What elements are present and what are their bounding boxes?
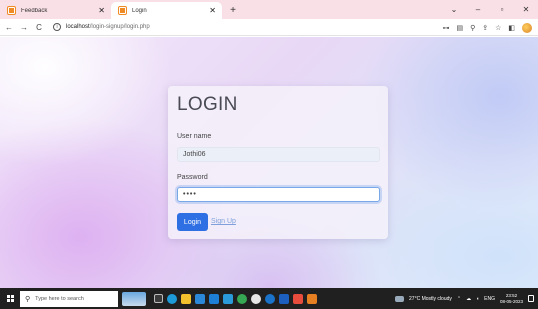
favicon-icon: [118, 6, 127, 15]
close-tab-icon[interactable]: ✕: [209, 6, 216, 15]
taskbar-apps: [154, 293, 317, 304]
taskbar-search-input[interactable]: ⚲ Type here to search: [20, 290, 118, 307]
profile-avatar[interactable]: [522, 22, 532, 33]
mail-icon[interactable]: [209, 293, 219, 304]
tray-chevron-icon[interactable]: ⌃: [457, 296, 461, 302]
task-view-icon[interactable]: [154, 294, 163, 303]
chrome-icon[interactable]: [237, 293, 247, 304]
back-icon[interactable]: ←: [3, 23, 15, 32]
url-path: /login-signup/login.php: [89, 24, 150, 30]
file-explorer-icon[interactable]: [181, 293, 191, 304]
login-button[interactable]: Login: [177, 213, 208, 231]
volume-icon[interactable]: ◖: [476, 296, 479, 302]
sidebar-icon[interactable]: ◧: [508, 24, 515, 32]
page-title: LOGIN: [177, 94, 238, 115]
tab-label: Login: [132, 7, 147, 14]
notification-icon[interactable]: [528, 295, 534, 302]
close-window-button[interactable]: ✕: [514, 5, 538, 14]
weather-icon: [395, 295, 405, 302]
system-tray: 27°C Mostly cloudy ⌃ ☁ ◖ ENG 23:52 08-05…: [395, 288, 534, 309]
login-card: LOGIN User name Jothi06 Password •••• Lo…: [168, 86, 388, 239]
page-viewport: LOGIN User name Jothi06 Password •••• Lo…: [0, 37, 538, 288]
weather-text[interactable]: 27°C Mostly cloudy: [409, 296, 452, 302]
edge-icon[interactable]: [167, 293, 177, 304]
store-icon[interactable]: [195, 293, 205, 304]
bookmark-star-icon[interactable]: ☆: [495, 24, 501, 32]
zoom-icon[interactable]: ⚲: [470, 24, 475, 32]
address-bar: ← → C i localhost/login-signup/login.php…: [0, 19, 538, 36]
network-icon[interactable]: ☁: [466, 296, 471, 302]
new-tab-button[interactable]: +: [226, 2, 240, 19]
install-app-icon[interactable]: ▤: [456, 24, 463, 32]
tab-label: Feedback: [21, 7, 48, 14]
password-label: Password: [177, 174, 208, 181]
tab-feedback[interactable]: Feedback ✕: [0, 2, 111, 19]
url-host: localhost: [66, 24, 90, 30]
browser-tab-bar: Feedback ✕ Login ✕ + ⌄ – ▫ ✕: [0, 0, 538, 19]
username-input[interactable]: Jothi06: [177, 147, 380, 162]
office-icon[interactable]: [293, 293, 303, 304]
photos-icon[interactable]: [223, 293, 233, 304]
site-info-icon[interactable]: i: [53, 23, 61, 31]
widgets-icon[interactable]: [122, 291, 146, 306]
close-tab-icon[interactable]: ✕: [98, 6, 105, 15]
search-placeholder: Type here to search: [35, 295, 84, 302]
tab-login[interactable]: Login ✕: [111, 2, 222, 19]
share-icon[interactable]: ⇪: [482, 24, 488, 32]
clock-date: 08-05-2023: [499, 298, 523, 304]
url-field[interactable]: i localhost/login-signup/login.php: [53, 23, 150, 31]
toolbar-right: ⊶ ▤ ⚲ ⇪ ☆ ◧: [442, 19, 532, 36]
password-input[interactable]: ••••: [177, 187, 380, 202]
clock[interactable]: 23:52 08-05-2023: [500, 293, 523, 305]
maximize-button[interactable]: ▫: [490, 5, 514, 14]
signup-link[interactable]: Sign Up: [211, 218, 236, 225]
xampp-icon[interactable]: [307, 293, 317, 304]
minimize-button[interactable]: –: [466, 5, 490, 14]
vscode-icon[interactable]: [279, 293, 289, 304]
windows-start-icon[interactable]: [0, 288, 20, 309]
window-controls: ⌄ – ▫ ✕: [442, 0, 538, 19]
reload-icon[interactable]: C: [33, 23, 45, 32]
settings-icon[interactable]: [265, 293, 275, 304]
forward-icon[interactable]: →: [18, 23, 30, 32]
favicon-icon: [7, 6, 16, 15]
taskbar: ⚲ Type here to search 27°C Mostly cloudy…: [0, 288, 538, 309]
key-icon[interactable]: ⊶: [442, 24, 449, 32]
app-icon[interactable]: [251, 293, 261, 304]
language-indicator[interactable]: ENG: [484, 296, 495, 302]
tab-search-icon[interactable]: ⌄: [442, 5, 466, 14]
search-icon: ⚲: [25, 295, 31, 303]
username-label: User name: [177, 133, 212, 140]
